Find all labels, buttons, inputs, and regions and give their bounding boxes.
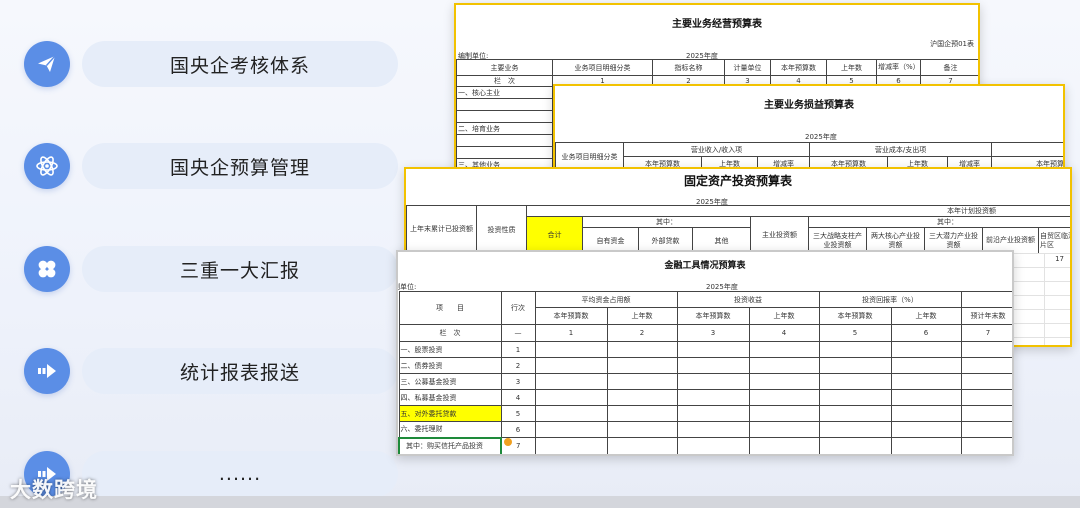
menu-item-budget[interactable]: 国央企预算管理 (24, 143, 398, 189)
header-cell: 投资性质 (476, 205, 527, 254)
menu-item-label: ...... (82, 451, 398, 497)
menu-item-label: 三重一大汇报 (82, 246, 398, 292)
paper-plane-icon (24, 41, 70, 87)
row-label (456, 110, 553, 123)
row-number: 2 (500, 357, 536, 374)
order-cell: 6 (890, 324, 962, 342)
table-row: 四、私募基金投资 4 (398, 389, 1012, 406)
sheet-title: 主要业务损益预算表 (764, 100, 854, 111)
row-label (456, 146, 553, 159)
row-label: 一、股票投资 (398, 341, 502, 358)
table-row: 五、对外委托贷款 5 (398, 405, 1012, 422)
header-cell: 项 目 (398, 291, 502, 325)
order-cell: 4 (748, 324, 820, 342)
order-cell: 7 (960, 324, 1012, 342)
row-label: 一、核心主业 (456, 86, 553, 99)
atom-icon (24, 143, 70, 189)
header-cell: 行次 (500, 291, 536, 325)
group-header: 本年计划投资额 (525, 205, 1070, 217)
sub-header: 上年数 (890, 307, 962, 325)
sheet-financial-instruments: 金融工具情况预算表 编制单位: 2025年度 项 目 行次 平均资金占用额 投资… (396, 250, 1014, 456)
sheet-title: 金融工具情况预算表 (664, 261, 746, 271)
row-number: 6 (500, 421, 536, 438)
header-cell-total: 合计 (526, 216, 583, 254)
sub-group: 其中： (807, 216, 1070, 228)
row-label-highlighted: 五、对外委托贷款 (398, 405, 502, 422)
table-row: 其中：购买信托产品投资 7 (398, 436, 1012, 454)
order-cell: 3 (676, 324, 750, 342)
header-cell: 主业投资额 (750, 216, 809, 254)
header-cell: 指标名称 (652, 59, 725, 76)
row-number: 4 (500, 389, 536, 406)
order-dash: — (500, 324, 536, 342)
row-label: 其中：购买信托产品投资 (398, 436, 502, 454)
group-header: 毛 (991, 142, 1063, 157)
header-cell: 主要业务 (456, 59, 553, 76)
header-cell: 本年预算数 (770, 59, 827, 76)
header-cell: 上年数 (826, 59, 877, 76)
sub-header: 本年预算数 (676, 307, 750, 325)
table-row: 二、债券投资 2 (398, 357, 1012, 374)
header-cell: 自贸区临港新片区 (1037, 227, 1070, 254)
sub-header: 上年数 (748, 307, 820, 325)
row-label: 二、培育业务 (456, 122, 553, 135)
sheet-title: 固定资产投资预算表 (683, 174, 792, 188)
menu-item-statistics[interactable]: 统计报表报送 (24, 348, 398, 394)
order-cell: 1 (534, 324, 608, 342)
header-cell: 增减率（%） (876, 59, 921, 76)
menu-item-label: 国央企考核体系 (82, 41, 398, 87)
sub-header: 预计年末数 (960, 307, 1012, 325)
group-header: 投资回报率（%） (818, 291, 962, 308)
sheet-year: 2025年度 (805, 133, 837, 141)
group-header: 营业成本/支出项 (809, 142, 993, 157)
row-label: 二、债券投资 (398, 357, 502, 374)
sub-header: 本年预算数 (534, 307, 608, 325)
row-label (456, 98, 553, 111)
row-label (456, 134, 553, 147)
row-label: 三、公募基金投资 (398, 373, 502, 390)
order-cell: 栏 次 (456, 75, 553, 87)
sheet-table: 上年末累计已投资额 投资性质 本年计划投资额 合计 其中： 主业投资额 其中： … (406, 205, 1070, 254)
row-number: 5 (500, 405, 536, 422)
header-cell: 业务项目明细分类 (552, 59, 653, 76)
order-label: 栏 次 (398, 324, 502, 342)
group-header: 投资收益 (676, 291, 820, 308)
header-cell: 备注 (920, 59, 978, 76)
sheet-code: 沪国企预01表 (930, 40, 974, 48)
sub-group: 其中： (582, 216, 751, 228)
row-number: 3 (500, 373, 536, 390)
sheet-table: 项 目 行次 平均资金占用额 投资收益 投资回报率（%） 本年预算数 上年数 本… (398, 291, 1012, 454)
sub-header: 本年预算数 (818, 307, 892, 325)
header-cell: 计量单位 (724, 59, 771, 76)
clover-icon (24, 246, 70, 292)
table-row: 三、公募基金投资 3 (398, 373, 1012, 390)
table-row: 六、委托理财 6 (398, 421, 1012, 438)
bottom-bar (0, 496, 1080, 508)
row-number: 1 (500, 341, 536, 358)
watermark-logo: 大数跨境 (10, 478, 98, 502)
warning-icon[interactable] (504, 438, 512, 446)
arrow-right-icon (24, 348, 70, 394)
cell-value: 17 (1055, 255, 1064, 263)
order-cell: 5 (818, 324, 892, 342)
menu-item-label: 统计报表报送 (82, 348, 398, 394)
table-row: 一、股票投资 1 (398, 341, 1012, 358)
row-label: 六、委托理财 (398, 421, 502, 438)
group-header: 营业收入/收入项 (622, 142, 811, 157)
group-header: 平均资金占用额 (534, 291, 678, 308)
sub-header: 上年数 (606, 307, 678, 325)
menu-item-label: 国央企预算管理 (82, 143, 398, 189)
order-cell: 2 (606, 324, 678, 342)
menu-item-report[interactable]: 三重一大汇报 (24, 246, 398, 292)
sheet-title: 主要业务经营预算表 (672, 19, 762, 30)
header-cell: 上年末累计已投资额 (406, 205, 477, 254)
row-label: 四、私募基金投资 (398, 389, 502, 406)
menu-item-assessment[interactable]: 国央企考核体系 (24, 41, 398, 87)
